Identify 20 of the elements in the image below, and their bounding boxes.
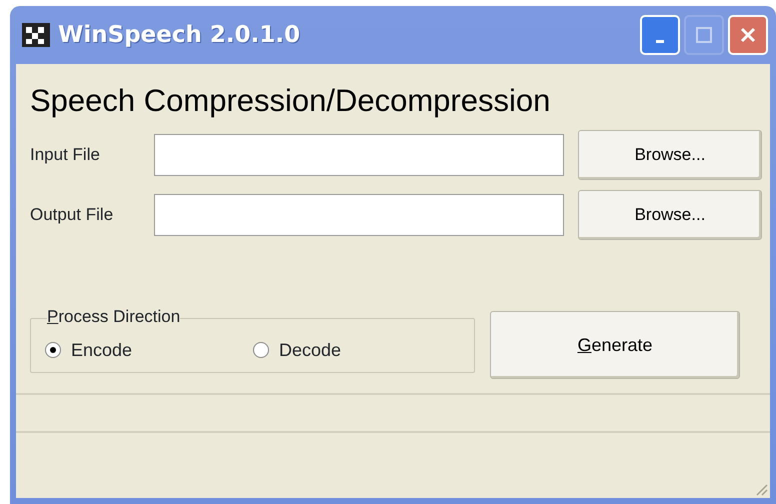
close-button[interactable] bbox=[728, 15, 768, 55]
radio-button[interactable] bbox=[253, 342, 269, 358]
close-icon bbox=[738, 25, 758, 45]
field-label: Input File bbox=[30, 144, 101, 166]
file-path-field[interactable] bbox=[154, 194, 564, 236]
radio-label: Encode bbox=[71, 338, 132, 362]
maximize-icon bbox=[694, 25, 714, 45]
browse-button[interactable]: Browse... bbox=[578, 130, 762, 180]
browse-button[interactable]: Browse... bbox=[578, 190, 762, 240]
minimize-icon bbox=[656, 40, 664, 42]
heading: Speech Compression/Decompression bbox=[30, 82, 552, 120]
resize-grip-icon[interactable] bbox=[754, 482, 768, 496]
generate-button[interactable]: Generate bbox=[490, 311, 740, 380]
field-label: Output File bbox=[30, 204, 114, 226]
minimize-button[interactable] bbox=[640, 15, 680, 55]
window-title: WinSpeech 2.0.1.0 bbox=[58, 20, 302, 50]
app-icon bbox=[22, 23, 50, 47]
radio-button[interactable] bbox=[45, 342, 61, 358]
radio-label: Decode bbox=[279, 338, 342, 362]
file-path-field[interactable] bbox=[154, 134, 564, 176]
